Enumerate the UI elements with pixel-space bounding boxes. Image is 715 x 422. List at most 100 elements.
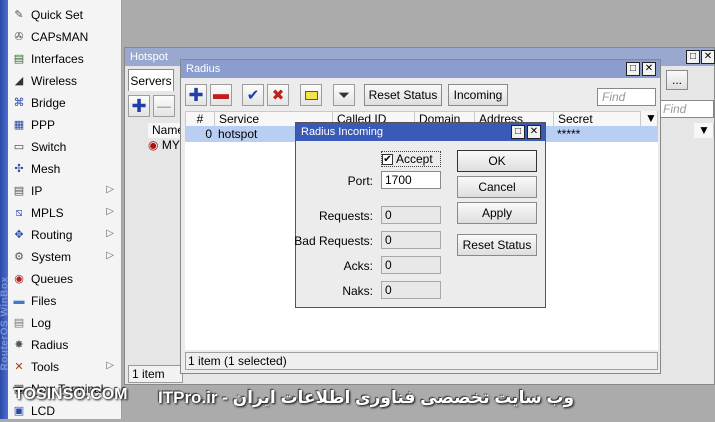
sidebar-item-label: Files — [31, 294, 57, 308]
more-label: ... — [671, 73, 682, 87]
radius-title: Radius — [186, 63, 221, 75]
submenu-arrow-icon: ▷ — [106, 228, 114, 239]
naks-field: 0 — [381, 281, 441, 299]
queues-icon: ◉ — [14, 272, 24, 285]
sidebar-item-switch[interactable]: ▭ Switch — [8, 136, 122, 158]
sidebar-item-label: Switch — [31, 140, 67, 154]
radius-remove-button[interactable]: ▬ — [210, 84, 232, 106]
sidebar-item-label: PPP — [31, 118, 56, 132]
accept-label: Accept — [396, 152, 433, 166]
interfaces-icon: ▤ — [13, 52, 25, 65]
sidebar-item-label: Mesh — [31, 162, 61, 176]
capsman-icon: ✇ — [14, 30, 24, 43]
cancel-button[interactable]: Cancel — [457, 176, 537, 198]
reset-status-label: Reset Status — [368, 88, 438, 102]
radius-filter-button[interactable]: ⏷ — [333, 84, 355, 106]
sidebar-item-capsman[interactable]: ✇ CAPsMAN — [8, 26, 122, 48]
dialog-maximize-button[interactable]: □ — [511, 125, 525, 139]
radius-incoming-button[interactable]: Incoming — [448, 84, 508, 106]
cancel-label: Cancel — [478, 180, 516, 194]
ok-button[interactable]: OK — [457, 150, 537, 172]
watermark-left: TOSINSO.COM — [14, 386, 128, 403]
sidebar-item-queues[interactable]: ◉ Queues — [8, 268, 122, 290]
dialog-close-button[interactable]: ✕ — [527, 125, 541, 139]
requests-field: 0 — [381, 206, 441, 224]
hotspot-close-button[interactable]: ✕ — [701, 50, 715, 64]
hotspot-col-name[interactable]: Name — [148, 123, 181, 138]
radius-status-text: 1 item (1 selected) — [188, 354, 287, 368]
port-field[interactable]: 1700 — [381, 171, 441, 189]
hotspot-remove-button[interactable]: — — [153, 95, 175, 117]
sidebar-menu: ✎ Quick Set ✇ CAPsMAN ▤ Interfaces ◢ Wireless ⌘ B… — [8, 0, 122, 419]
radius-enable-button[interactable]: ✔ — [242, 84, 264, 106]
bridge-icon: ⌘ — [13, 96, 25, 109]
mpls-icon: ⧅ — [15, 206, 23, 219]
ip-icon: ▤ — [13, 184, 25, 197]
apply-button[interactable]: Apply — [457, 202, 537, 224]
winbox-brand-bar: RouterOS WinBox — [0, 0, 11, 419]
acks-field: 0 — [381, 256, 441, 274]
sidebar-item-ip[interactable]: ▤ IP ▷ — [8, 180, 122, 202]
tools-icon: ✕ — [14, 360, 24, 373]
hotspot-title: Hotspot — [130, 51, 168, 63]
sidebar-item-label: IP — [31, 184, 43, 198]
ok-label: OK — [488, 154, 506, 168]
hotspot-status-text: 1 item — [132, 367, 165, 381]
system-icon: ⚙ — [14, 250, 24, 263]
sidebar-item-label: LCD — [31, 404, 56, 418]
sidebar-item-system[interactable]: ⚙ System ▷ — [8, 246, 122, 268]
sidebar-item-bridge[interactable]: ⌘ Bridge — [8, 92, 122, 114]
submenu-arrow-icon: ▷ — [106, 206, 114, 217]
routing-icon: ✥ — [14, 228, 24, 241]
radius-incoming-dialog: Radius Incoming □ ✕ ✔ Accept Port: 1700 … — [294, 122, 546, 308]
radius-maximize-button[interactable]: □ — [626, 62, 640, 76]
hotspot-more-tabs-button[interactable]: ... — [666, 70, 688, 90]
radius-col-header[interactable]: Secret — [554, 112, 641, 127]
hotspot-server-icon: ◉ — [148, 138, 159, 152]
sidebar-item-label: MPLS — [31, 206, 64, 220]
hotspot-col-dropdown[interactable]: ▼ — [694, 123, 714, 138]
radius-col-header[interactable]: # — [186, 112, 215, 127]
radius-icon: ✸ — [14, 338, 24, 351]
sidebar-item-radius[interactable]: ✸ Radius — [8, 334, 122, 356]
radius-close-button[interactable]: ✕ — [642, 62, 656, 76]
radius-titlebar[interactable]: Radius — [181, 60, 660, 78]
hotspot-maximize-button[interactable]: □ — [686, 50, 700, 64]
sidebar-item-quick-set[interactable]: ✎ Quick Set — [8, 4, 122, 26]
sidebar-item-wireless[interactable]: ◢ Wireless — [8, 70, 122, 92]
sidebar-item-mpls[interactable]: ⧅ MPLS ▷ — [8, 202, 122, 224]
triangle-down-icon: ▼ — [698, 123, 710, 137]
radius-comment-button[interactable] — [300, 84, 322, 106]
wireless-icon: ◢ — [14, 74, 24, 87]
reset-status-button[interactable]: Reset Status — [457, 234, 537, 256]
sidebar-item-routing[interactable]: ✥ Routing ▷ — [8, 224, 122, 246]
sidebar-item-mesh[interactable]: ✣ Mesh — [8, 158, 122, 180]
sidebar-item-ppp[interactable]: ▦ PPP — [8, 114, 122, 136]
hotspot-find-input[interactable]: Find — [658, 100, 714, 118]
hotspot-add-button[interactable]: ✚ — [128, 95, 150, 117]
port-label: Port: — [347, 174, 373, 188]
sidebar-item-files[interactable]: ▬ Files — [8, 290, 122, 312]
radius-disable-button[interactable]: ✖ — [267, 84, 289, 106]
sidebar-item-label: Quick Set — [31, 8, 84, 22]
radius-status-bar: 1 item (1 selected) — [185, 352, 658, 370]
bad-requests-label: Bad Requests: — [294, 234, 373, 248]
tab-servers[interactable]: Servers — [128, 69, 174, 91]
lcd-icon: ▣ — [13, 404, 25, 417]
submenu-arrow-icon: ▷ — [106, 250, 114, 261]
apply-label: Apply — [481, 206, 513, 220]
dialog-titlebar[interactable]: Radius Incoming — [296, 123, 545, 141]
sidebar-item-label: Wireless — [31, 74, 78, 88]
radius-add-button[interactable]: ✚ — [185, 84, 207, 106]
sidebar-item-log[interactable]: ▤ Log — [8, 312, 122, 334]
sidebar-item-interfaces[interactable]: ▤ Interfaces — [8, 48, 122, 70]
radius-reset-status-button[interactable]: Reset Status — [364, 84, 442, 106]
x-icon: ✖ — [271, 87, 285, 104]
radius-find-input[interactable]: Find — [597, 88, 656, 106]
triangle-down-icon: ▼ — [645, 111, 657, 125]
hotspot-find-placeholder: Find — [663, 102, 687, 116]
sidebar-item-label: Log — [31, 316, 52, 330]
accept-checkbox[interactable]: ✔ Accept — [381, 151, 441, 167]
sidebar-item-tools[interactable]: ✕ Tools ▷ — [8, 356, 122, 378]
radius-col-dropdown[interactable]: ▼ — [640, 111, 658, 126]
